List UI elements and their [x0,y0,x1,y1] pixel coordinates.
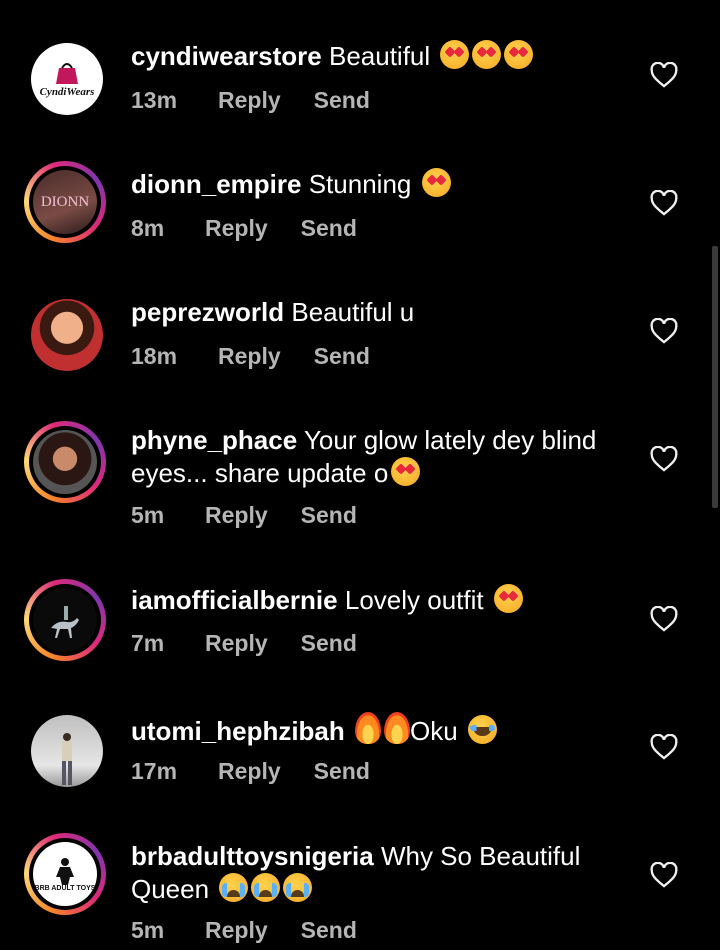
comment-username[interactable]: iamofficialbernie [131,585,338,615]
comment-item: phyne_phace Your glow lately dey blind e… [0,384,720,544]
heart-outline-icon[interactable] [650,190,678,216]
avatar[interactable] [24,421,106,503]
comment-body: Your glow lately dey blind [303,425,597,455]
crying-emoji-icon [219,873,249,902]
reply-button[interactable]: Reply [218,758,281,785]
heart-outline-icon[interactable] [650,318,678,344]
comment-body: Why So Beautiful [380,841,581,871]
avatar[interactable] [24,579,106,661]
comment-time: 5m [131,502,165,528]
comment-item: BRB ADULT TOYS brbadulttoysnigeria Why S… [0,800,720,950]
reply-button[interactable]: Reply [205,502,268,529]
reply-button[interactable]: Reply [218,343,281,370]
comment-username[interactable]: dionn_empire [131,169,301,199]
comment-time: 17m [131,758,178,784]
scrollbar[interactable] [712,246,718,508]
send-button[interactable]: Send [314,758,370,785]
comment-time: 8m [131,215,165,241]
heart-outline-icon[interactable] [650,606,678,632]
avatar[interactable]: CyndiWears [31,43,103,115]
reply-button[interactable]: Reply [205,215,268,242]
reply-button[interactable]: Reply [205,917,268,944]
crying-emoji-icon [251,873,281,902]
send-button[interactable]: Send [314,87,370,114]
horse-rider-icon [51,606,79,638]
send-button[interactable]: Send [301,502,357,529]
heart-outline-icon[interactable] [650,446,678,472]
reply-button[interactable]: Reply [205,630,268,657]
send-button[interactable]: Send [301,630,357,657]
avatar[interactable]: DIONN [24,161,106,243]
comment-body: Oku [410,716,458,746]
heart-eyes-emoji-icon [504,40,534,69]
heart-eyes-emoji-icon [472,40,502,69]
heart-eyes-emoji-icon [440,40,470,69]
comment-body: Stunning [308,169,412,199]
comment-item: peprezworld Beautiful u 18m Reply Send [0,256,720,384]
heart-outline-icon[interactable] [650,734,678,760]
reply-button[interactable]: Reply [218,87,281,114]
person-figure-icon [62,733,72,785]
comment-time: 5m [131,917,165,943]
avatar-logo-text: BRB ADULT TOYS [34,884,96,892]
fire-emoji-icon [355,712,382,744]
comment-item: DIONN dionn_empire Stunning 8m Reply Sen… [0,128,720,256]
send-button[interactable]: Send [301,917,357,944]
comment-time: 7m [131,630,165,656]
tears-of-joy-emoji-icon [467,715,497,744]
avatar[interactable]: BRB ADULT TOYS [24,833,106,915]
heart-eyes-emoji-icon [391,457,421,486]
comment-username[interactable]: peprezworld [131,297,284,327]
heart-outline-icon[interactable] [650,62,678,88]
avatar-logo-text: DIONN [40,193,90,210]
comment-username[interactable]: cyndiwearstore [131,41,322,71]
comment-body: Beautiful [328,41,431,71]
send-button[interactable]: Send [314,343,370,370]
comment-item: iamofficialbernie Lovely outfit 7m Reply… [0,544,720,672]
comment-username[interactable]: phyne_phace [131,425,297,455]
comment-time: 13m [131,87,178,113]
silhouette-icon [56,857,74,885]
comment-username[interactable]: utomi_hephzibah [131,716,345,746]
heart-eyes-emoji-icon [493,584,523,613]
comment-text: cyndiwearstore Beautiful [131,40,631,73]
comment-item: CyndiWears cyndiwearstore Beautiful 13m … [0,0,720,128]
heart-eyes-emoji-icon [421,168,451,197]
comment-body: Beautiful u [291,297,415,327]
avatar-logo-text: CyndiWears [39,86,95,98]
shopping-bag-icon [56,63,78,84]
comments-list: CyndiWears cyndiwearstore Beautiful 13m … [0,0,720,950]
comment-item: utomi_hephzibah Oku 17m Reply Send [0,672,720,800]
heart-outline-icon[interactable] [650,862,678,888]
comment-body-continued: Queen [131,874,210,904]
avatar[interactable] [31,715,103,787]
avatar[interactable] [31,299,103,371]
comment-time: 18m [131,343,178,369]
comment-body: Lovely outfit [344,585,484,615]
comment-body-continued: eyes... share update o [131,458,389,488]
fire-emoji-icon [384,712,411,744]
crying-emoji-icon [283,873,313,902]
comment-username[interactable]: brbadulttoysnigeria [131,841,374,871]
send-button[interactable]: Send [301,215,357,242]
